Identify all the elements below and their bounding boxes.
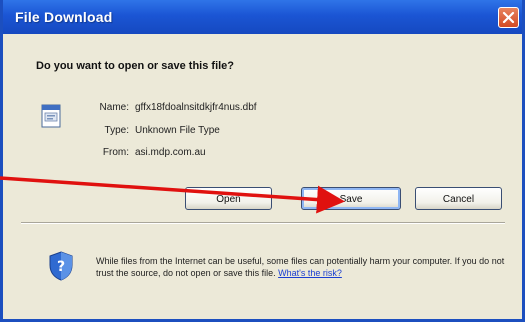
shield-icon: ? [49,251,73,281]
dialog-question: Do you want to open or save this file? [36,60,235,72]
title-bar[interactable]: File Download [3,0,522,34]
cancel-button[interactable]: Cancel [415,187,502,210]
file-download-dialog: File Download Do you want to open or sav… [0,0,525,322]
open-button[interactable]: Open [185,187,272,210]
save-button[interactable]: Save [301,187,401,210]
whats-the-risk-link[interactable]: What's the risk? [278,268,342,278]
file-source-label: From: [102,147,129,158]
file-name-label: Name: [99,102,129,113]
file-type-value: Unknown File Type [135,125,220,136]
file-name-value: gffx18fdoalnsitdkjfr4nus.dbf [135,102,257,113]
close-button[interactable] [498,7,519,28]
security-warning: While files from the Internet can be use… [96,255,511,279]
divider [21,222,505,224]
dialog-title: File Download [15,9,113,25]
file-type-label: Type: [104,125,129,136]
close-icon [502,11,515,24]
file-source-value: asi.mdp.com.au [135,147,206,158]
svg-text:?: ? [57,259,65,275]
file-icon [41,104,61,128]
